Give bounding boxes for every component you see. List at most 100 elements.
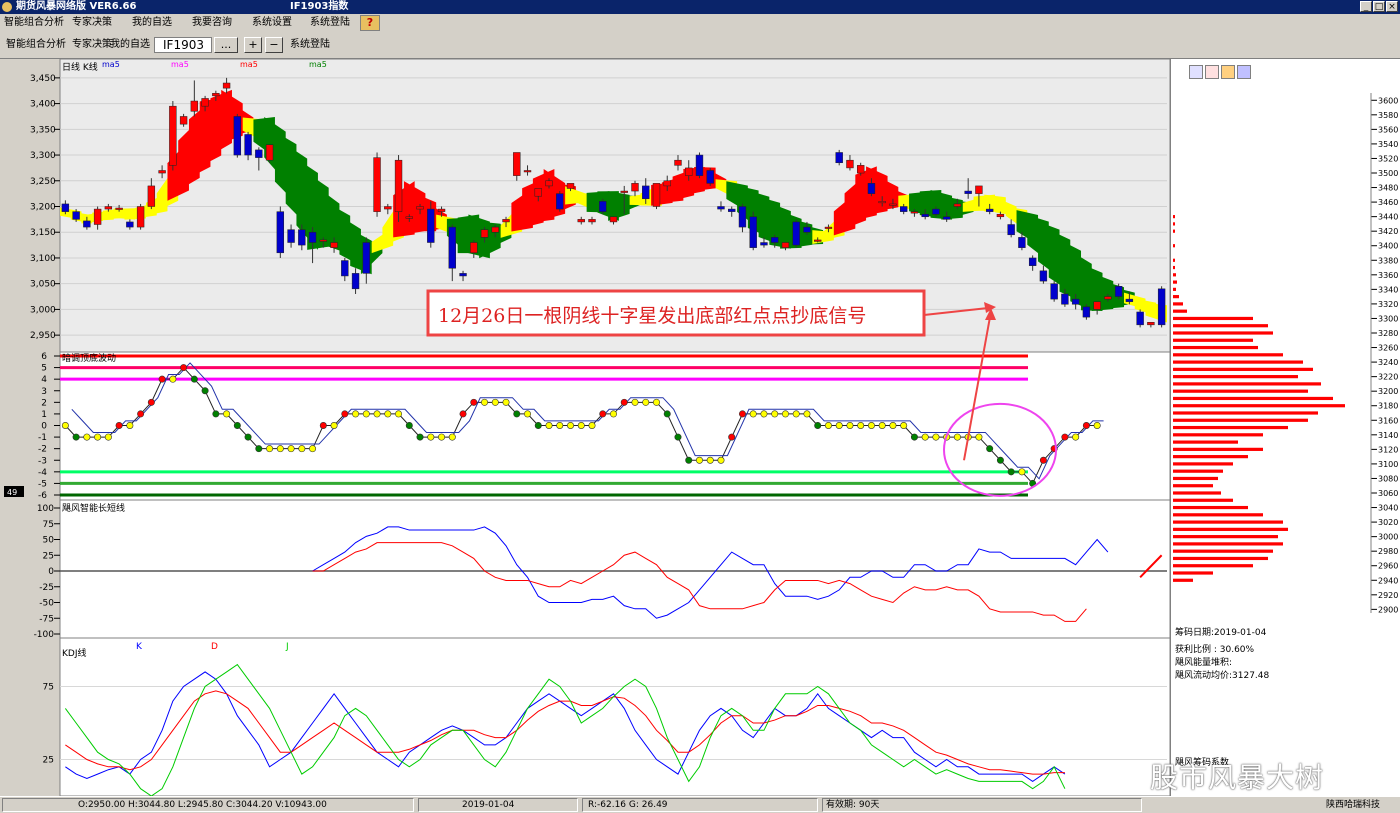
maximize-icon[interactable]: □ xyxy=(1373,1,1385,12)
osc-signal-dot xyxy=(910,433,918,441)
candle-body xyxy=(136,206,145,228)
candle-body xyxy=(416,206,424,210)
menu-item-login[interactable]: 系统登陆 xyxy=(310,16,350,30)
candle-body xyxy=(147,185,156,207)
menu-item-analysis[interactable]: 智能组合分析 xyxy=(4,16,64,30)
candle-body xyxy=(1061,293,1069,305)
menu-item-settings[interactable]: 系统设置 xyxy=(252,16,292,30)
osc-signal-dot xyxy=(728,433,736,441)
candle-body xyxy=(126,221,134,228)
osc-tick-label: 6 xyxy=(41,352,47,362)
candle-body xyxy=(83,220,91,228)
ma-legend-item: ma5 xyxy=(240,60,258,69)
more-button[interactable]: ... xyxy=(214,37,238,53)
chip-bar xyxy=(1173,338,1253,342)
candle-body xyxy=(287,229,295,243)
candle-body xyxy=(244,134,252,156)
candle-body xyxy=(1028,257,1037,266)
menu-item-consult[interactable]: 我要咨询 xyxy=(192,16,232,30)
document-title: IF1903指数 xyxy=(290,1,349,12)
menu-item-expert[interactable]: 专家决策 xyxy=(72,16,112,30)
close-icon[interactable]: × xyxy=(1386,1,1398,12)
candle-body xyxy=(115,207,123,210)
osc-signal-dot xyxy=(717,456,725,464)
candle-body xyxy=(695,154,704,176)
chip-tick-label: 3000 xyxy=(1378,533,1398,542)
osc-signal-dot xyxy=(298,445,306,453)
chip-tick-label: 3280 xyxy=(1378,329,1398,338)
osc-signal-dot xyxy=(652,398,660,406)
osc-signal-dot xyxy=(83,433,91,441)
candle-body xyxy=(265,144,274,161)
candle-body xyxy=(620,190,628,193)
chip-tick-label: 3120 xyxy=(1378,445,1398,454)
side-label: 49 xyxy=(7,488,17,497)
app-title: 期货风暴网络版 VER6.66 xyxy=(16,1,137,12)
toolbar-analysis[interactable]: 智能组合分析 xyxy=(6,38,66,52)
chip-bar xyxy=(1173,556,1268,561)
candle-body xyxy=(642,185,650,200)
candle-body xyxy=(899,206,908,212)
candle-body xyxy=(459,273,467,277)
osc-signal-dot xyxy=(857,421,865,429)
osc-signal-dot xyxy=(975,433,983,441)
osc-signal-dot xyxy=(158,375,166,383)
toolbar-watchlist[interactable]: 我的自选 xyxy=(110,38,150,52)
ls-tick-label: 0 xyxy=(48,567,54,577)
candle-body xyxy=(953,203,962,207)
osc-signal-dot xyxy=(921,433,929,441)
price-tick-label: 3,250 xyxy=(30,177,56,187)
chip-tick-label: 3400 xyxy=(1378,242,1398,251)
osc-signal-dot xyxy=(341,410,349,418)
chip-tick-label: 3380 xyxy=(1378,256,1398,265)
candle-body xyxy=(867,183,876,194)
candle-body xyxy=(652,183,661,207)
ma-legend-item: ma5 xyxy=(171,60,189,69)
osc-signal-dot xyxy=(900,421,908,429)
osc-signal-dot xyxy=(674,433,682,441)
chip-bar xyxy=(1173,440,1238,444)
ls-tick-label: 25 xyxy=(43,551,54,561)
zoom-out-button[interactable]: − xyxy=(265,37,283,53)
osc-signal-dot xyxy=(620,398,628,406)
help-button[interactable]: ? xyxy=(360,15,380,31)
kdj-tick-label: 25 xyxy=(43,756,54,766)
osc-signal-dot xyxy=(395,410,403,418)
toolbar-expert[interactable]: 专家决策 xyxy=(72,38,112,52)
candle-body xyxy=(1104,296,1112,300)
candle-body xyxy=(158,170,166,174)
candle-body xyxy=(72,211,80,220)
chip-bar xyxy=(1173,229,1175,233)
chip-tick-label: 2920 xyxy=(1378,591,1398,600)
osc-signal-dot xyxy=(502,398,510,406)
osc-signal-dot xyxy=(846,421,854,429)
osc-signal-dot xyxy=(835,421,843,429)
candle-body xyxy=(201,98,209,107)
chip-bar xyxy=(1173,484,1213,488)
chip-bar xyxy=(1173,425,1288,430)
candle-body xyxy=(513,152,521,176)
candle-body xyxy=(717,206,725,210)
zoom-in-button[interactable]: + xyxy=(244,37,262,53)
osc-tick-label: 4 xyxy=(41,375,47,385)
minimize-icon[interactable]: _ xyxy=(1360,1,1372,12)
osc-signal-dot xyxy=(932,433,940,441)
toolbar-login[interactable]: 系统登陆 xyxy=(290,38,330,52)
chip-bar xyxy=(1173,505,1248,510)
candle-body xyxy=(276,211,285,254)
candle-body xyxy=(212,93,220,97)
chip-bar xyxy=(1173,476,1218,481)
contract-code-input[interactable]: IF1903 xyxy=(154,37,212,53)
status-company: 陕西哈瑞科技 xyxy=(1326,800,1381,810)
ls-panel-title: 飓风智能长短线 xyxy=(62,502,125,514)
main-chart[interactable]: 2,950 3,000 3,050 3,100 3,150 3,200 3,250 3,300… xyxy=(0,59,1170,796)
menu-item-watchlist[interactable]: 我的自选 xyxy=(132,16,172,30)
watermark: 股市风暴大树 xyxy=(1150,761,1325,794)
osc-tick-label: -4 xyxy=(38,468,47,478)
osc-signal-dot xyxy=(427,433,435,441)
title-bar: 期货风暴网络版 VER6.66 IF1903指数 _ □ × xyxy=(0,0,1400,14)
osc-signal-dot xyxy=(663,410,671,418)
osc-signal-dot xyxy=(685,456,693,464)
osc-signal-dot xyxy=(631,398,639,406)
price-tick-label: 3,450 xyxy=(30,74,56,84)
